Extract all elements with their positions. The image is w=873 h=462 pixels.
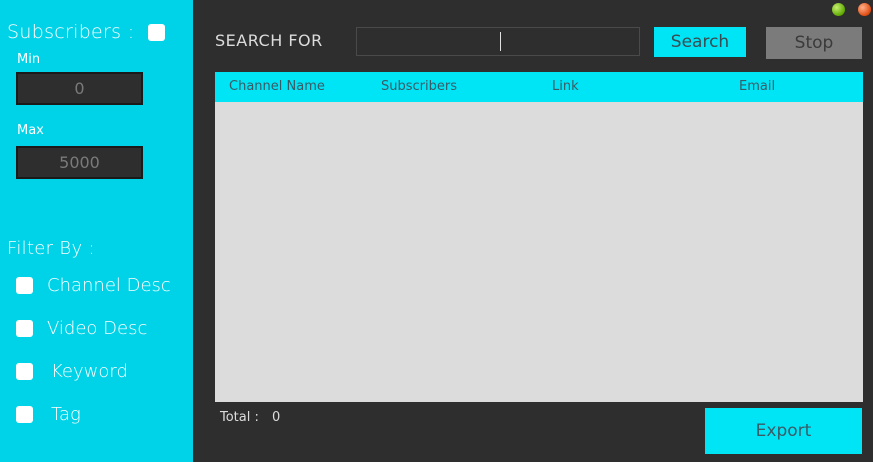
table-body[interactable] — [215, 102, 863, 402]
min-label: Min — [17, 52, 41, 67]
table-header: Channel Name Subscribers Link Email — [215, 72, 863, 102]
subscribers-label: Subscribers : — [7, 21, 135, 43]
max-label: Max — [17, 123, 44, 138]
results-table: Channel Name Subscribers Link Email — [215, 72, 863, 402]
filter-video-desc-checkbox[interactable] — [16, 320, 33, 337]
max-subscribers-input[interactable] — [16, 146, 143, 179]
filter-keyword-checkbox[interactable] — [16, 363, 33, 380]
column-header-email[interactable]: Email — [739, 79, 775, 94]
column-header-link[interactable]: Link — [552, 79, 579, 94]
column-header-channel-name[interactable]: Channel Name — [229, 79, 325, 94]
search-for-label: SEARCH FOR — [215, 31, 323, 50]
min-subscribers-input[interactable] — [16, 72, 143, 105]
app-window: Subscribers : Min Max Filter By : Channe… — [0, 0, 873, 462]
total-label: Total : — [220, 410, 259, 425]
minimize-icon[interactable] — [832, 3, 845, 16]
filter-channel-desc-checkbox[interactable] — [16, 277, 33, 294]
stop-button[interactable]: Stop — [766, 27, 862, 59]
column-header-subscribers[interactable]: Subscribers — [381, 79, 457, 94]
filter-tag-label: Tag — [51, 404, 81, 425]
total-count: 0 — [272, 410, 281, 425]
filter-tag-checkbox[interactable] — [16, 406, 33, 423]
text-cursor — [500, 32, 501, 51]
filter-video-desc-label: Video Desc — [47, 318, 148, 339]
subscribers-checkbox[interactable] — [148, 24, 165, 41]
filter-keyword-label: Keyword — [51, 361, 128, 382]
close-icon[interactable] — [858, 3, 871, 16]
sidebar: Subscribers : Min Max Filter By : Channe… — [0, 0, 193, 462]
search-input[interactable] — [356, 27, 640, 56]
search-button[interactable]: Search — [654, 27, 746, 57]
filter-channel-desc-label: Channel Desc — [47, 275, 171, 296]
filter-by-heading: Filter By : — [7, 238, 95, 259]
export-button[interactable]: Export — [705, 408, 862, 454]
